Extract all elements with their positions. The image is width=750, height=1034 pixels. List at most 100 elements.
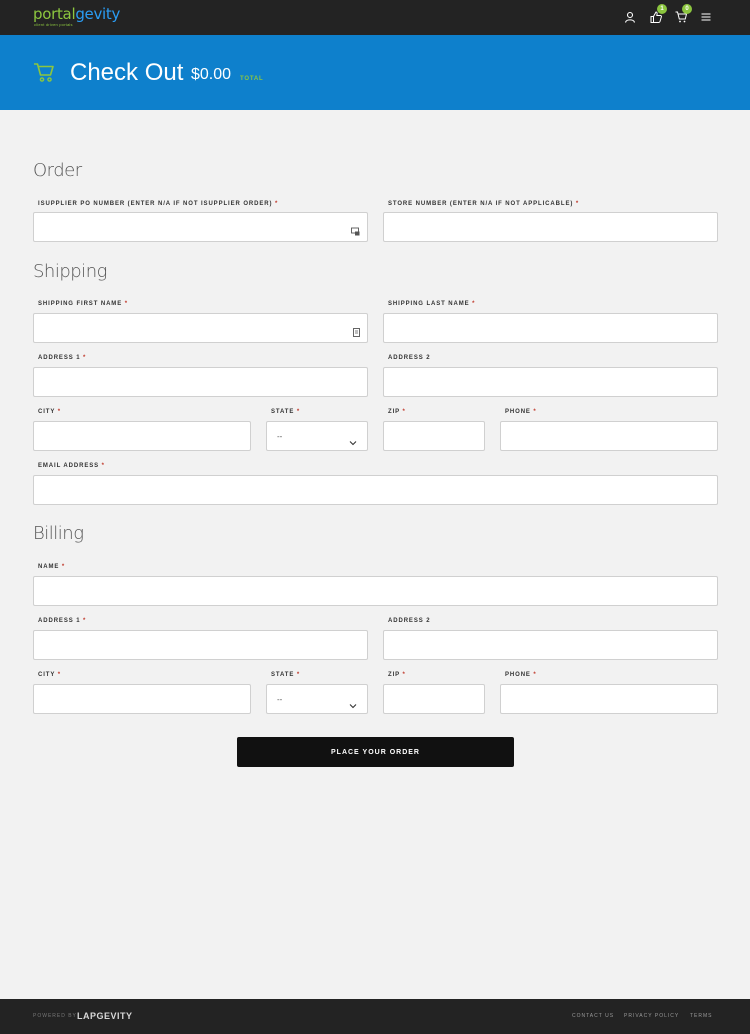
billing-name-label: NAME * — [38, 564, 65, 570]
billing-address1-input[interactable] — [34, 631, 367, 659]
billing-address2-label-text: ADDRESS 2 — [388, 618, 431, 624]
required-mark: * — [83, 355, 87, 361]
hero-cart-icon — [33, 61, 55, 88]
cart-icon[interactable]: 0 — [675, 4, 692, 24]
store-number-field[interactable] — [383, 212, 718, 242]
total-amount: $0.00 — [191, 66, 232, 83]
shipping-state-value: -- — [277, 432, 283, 441]
po-number-input[interactable] — [34, 213, 367, 241]
email-address-label-text: EMAIL ADDRESS — [38, 463, 100, 469]
billing-phone-field[interactable] — [500, 684, 718, 714]
contact-us-link[interactable]: CONTACT US — [572, 1013, 614, 1019]
shipping-city-label: CITY * — [38, 409, 61, 415]
billing-phone-label-text: PHONE — [505, 672, 531, 678]
shipping-address1-input[interactable] — [34, 368, 367, 396]
billing-city-field[interactable] — [33, 684, 251, 714]
required-mark: * — [83, 618, 87, 624]
cart-badge: 0 — [682, 4, 692, 14]
menu-icon[interactable] — [701, 10, 715, 24]
billing-address2-field[interactable] — [383, 630, 718, 660]
portalgevity-logo[interactable]: portalgevity client driven portals — [33, 5, 121, 28]
billing-name-field[interactable] — [33, 576, 718, 606]
required-mark: * — [57, 672, 61, 678]
billing-address2-label: ADDRESS 2 — [388, 618, 430, 624]
lapgevity-logo[interactable]: LAPGEVITY — [77, 1011, 133, 1021]
logo-text-portal: portal — [33, 5, 76, 23]
likes-badge: 1 — [657, 4, 667, 14]
billing-address1-label: ADDRESS 1 * — [38, 618, 86, 624]
billing-heading: Billing — [33, 523, 84, 544]
billing-zip-label: ZIP * — [388, 672, 406, 678]
shipping-last-name-input[interactable] — [384, 314, 717, 342]
store-number-label-text: STORE NUMBER (ENTER N/A IF NOT APPLICABL… — [388, 201, 574, 207]
required-mark: * — [61, 564, 66, 570]
shipping-zip-input[interactable] — [384, 422, 484, 450]
place-order-button[interactable]: PLACE YOUR ORDER — [237, 737, 514, 767]
billing-zip-input[interactable] — [384, 685, 484, 713]
billing-city-label-text: CITY — [38, 672, 56, 678]
shipping-address1-label: ADDRESS 1 * — [38, 355, 86, 361]
billing-city-label: CITY * — [38, 672, 61, 678]
shipping-state-label-text: STATE — [271, 409, 295, 415]
email-address-field[interactable] — [33, 475, 718, 505]
billing-address1-label-text: ADDRESS 1 — [38, 618, 81, 624]
logo-text-gevity: gevity — [75, 5, 121, 23]
shipping-state-select[interactable]: -- — [266, 421, 368, 451]
shipping-last-name-label-text: SHIPPING LAST NAME — [388, 301, 470, 307]
billing-city-input[interactable] — [34, 685, 250, 713]
shipping-address2-label-text: ADDRESS 2 — [388, 355, 431, 361]
billing-name-label-text: NAME — [38, 564, 60, 570]
email-address-input[interactable] — [34, 476, 717, 504]
shipping-address1-field[interactable] — [33, 367, 368, 397]
shipping-zip-field[interactable] — [383, 421, 485, 451]
billing-phone-input[interactable] — [501, 685, 717, 713]
po-number-label-text: ISUPPLIER PO NUMBER (ENTER N/A IF NOT IS… — [38, 201, 273, 207]
required-mark: * — [402, 672, 406, 678]
shipping-first-name-label-text: SHIPPING FIRST NAME — [38, 301, 123, 307]
shipping-phone-field[interactable] — [500, 421, 718, 451]
email-address-label: EMAIL ADDRESS * — [38, 463, 105, 469]
shipping-last-name-field[interactable] — [383, 313, 718, 343]
shipping-zip-label: ZIP * — [388, 409, 406, 415]
thumbs-up-icon[interactable]: 1 — [650, 4, 667, 24]
billing-zip-field[interactable] — [383, 684, 485, 714]
billing-state-select[interactable]: -- — [266, 684, 368, 714]
privacy-policy-link[interactable]: PRIVACY POLICY — [624, 1013, 679, 1019]
shipping-last-name-label: SHIPPING LAST NAME * — [388, 301, 475, 307]
top-navbar: portalgevity client driven portals 1 0 — [0, 0, 750, 35]
required-mark: * — [296, 672, 301, 678]
billing-address1-field[interactable] — [33, 630, 368, 660]
user-icon[interactable] — [624, 10, 638, 24]
required-mark: * — [101, 463, 105, 469]
shipping-city-input[interactable] — [34, 422, 250, 450]
shipping-first-name-label: SHIPPING FIRST NAME * — [38, 301, 128, 307]
footer: POWERED BY LAPGEVITY CONTACT US PRIVACY … — [0, 999, 750, 1034]
required-mark: * — [575, 201, 580, 207]
shipping-zip-label-text: ZIP — [388, 409, 400, 415]
billing-address2-input[interactable] — [384, 631, 717, 659]
shipping-address2-input[interactable] — [384, 368, 717, 396]
contact-card-icon[interactable] — [353, 324, 360, 342]
shipping-city-field[interactable] — [33, 421, 251, 451]
required-mark: * — [124, 301, 128, 307]
store-number-input[interactable] — [384, 213, 717, 241]
required-mark: * — [57, 409, 61, 415]
required-mark: * — [296, 409, 301, 415]
shipping-first-name-field[interactable] — [33, 313, 368, 343]
billing-state-label-text: STATE — [271, 672, 295, 678]
chevron-down-icon — [349, 433, 357, 451]
shipping-heading: Shipping — [33, 261, 107, 282]
shipping-phone-input[interactable] — [501, 422, 717, 450]
shipping-city-label-text: CITY — [38, 409, 56, 415]
required-mark: * — [533, 409, 537, 415]
shipping-address2-field[interactable] — [383, 367, 718, 397]
autofill-icon[interactable] — [351, 223, 360, 241]
billing-name-input[interactable] — [34, 577, 717, 605]
shipping-first-name-input[interactable] — [34, 314, 367, 342]
shipping-address2-label: ADDRESS 2 — [388, 355, 430, 361]
required-mark: * — [274, 201, 279, 207]
terms-link[interactable]: TERMS — [690, 1013, 713, 1019]
shipping-address1-label-text: ADDRESS 1 — [38, 355, 81, 361]
po-number-label: ISUPPLIER PO NUMBER (ENTER N/A IF NOT IS… — [38, 201, 278, 207]
po-number-field[interactable] — [33, 212, 368, 242]
